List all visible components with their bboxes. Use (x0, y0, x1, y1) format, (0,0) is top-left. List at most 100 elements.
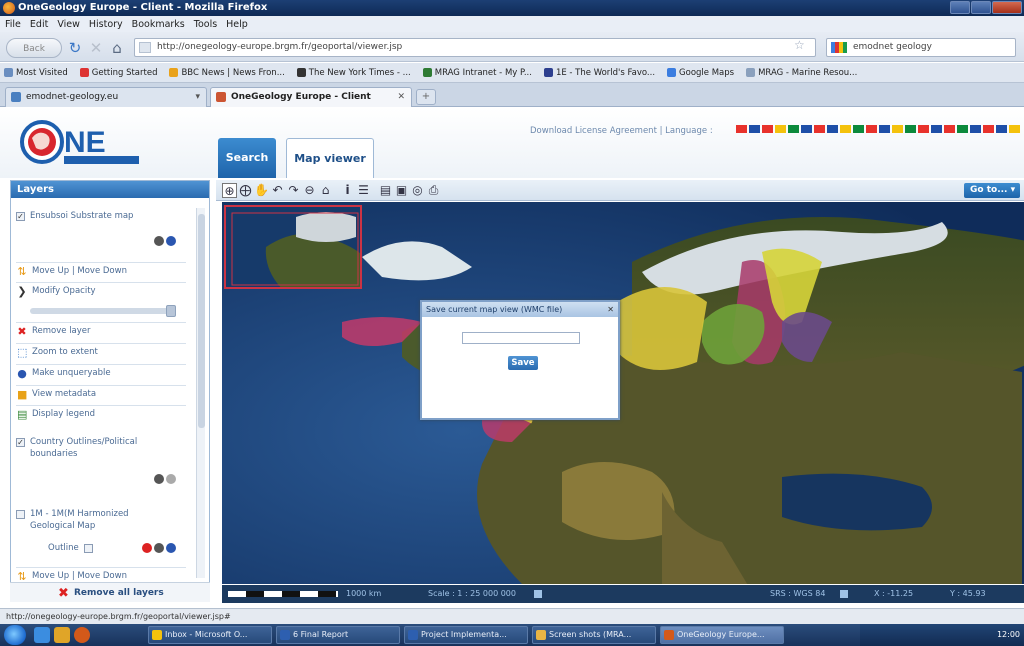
bookmark-item[interactable]: Getting Started (79, 68, 157, 78)
remove-all-layers-button[interactable]: ✖ Remove all layers (10, 582, 210, 602)
previous-view-icon[interactable]: ↶ (270, 183, 285, 198)
bookmark-item[interactable]: The New York Times - ... (296, 68, 411, 78)
menu-view[interactable]: View (57, 19, 80, 30)
bookmark-star-icon[interactable]: ☆ (794, 38, 805, 52)
layer-info-icon[interactable] (154, 236, 164, 246)
menu-bookmarks[interactable]: Bookmarks (132, 19, 185, 30)
view-metadata[interactable]: ■ View metadata (16, 385, 186, 402)
layer-1[interactable]: ✓ Ensubsoi Substrate map (16, 211, 133, 221)
bookmark-item[interactable]: BBC News | News Fron... (169, 68, 285, 78)
info-icon[interactable]: i (340, 183, 355, 198)
explorer-pinned-icon[interactable] (54, 627, 70, 643)
layer-info-icon[interactable] (154, 543, 164, 553)
language-flag-icon[interactable] (788, 125, 799, 133)
layer-info-icon[interactable] (154, 474, 164, 484)
zoom-box-icon[interactable]: ⊕ (222, 183, 237, 198)
remove-layer[interactable]: ✖ Remove layer (16, 322, 186, 339)
opacity-slider[interactable] (30, 305, 176, 317)
print-icon[interactable]: ⎙ (426, 183, 441, 198)
back-button[interactable]: Back (6, 38, 62, 58)
language-flag-icon[interactable] (749, 125, 760, 133)
onegeology-logo[interactable]: NE (18, 114, 143, 170)
dialog-close-icon[interactable]: ✕ (607, 302, 614, 317)
tab-onegeology[interactable]: OneGeology Europe - Client ✕ (210, 87, 412, 107)
close-button[interactable] (992, 1, 1022, 14)
license-link[interactable]: Download License Agreement | Language : (530, 126, 713, 136)
language-flag-icon[interactable] (970, 125, 981, 133)
display-legend[interactable]: ▤ Display legend (16, 405, 186, 422)
taskbar-item[interactable]: Screen shots (MRA... (532, 626, 656, 644)
menu-tools[interactable]: Tools (194, 19, 217, 30)
menu-edit[interactable]: Edit (30, 19, 48, 30)
goto-dropdown[interactable]: Go to... ▾ (964, 183, 1020, 198)
bookmark-item[interactable]: MRAG - Marine Resou... (746, 68, 857, 78)
clock[interactable]: 12:00 (997, 630, 1020, 639)
language-flag-icon[interactable] (905, 125, 916, 133)
language-flag-icon[interactable] (762, 125, 773, 133)
taskbar-item[interactable]: OneGeology Europe... (660, 626, 784, 644)
tab-map-viewer[interactable]: Map viewer (286, 138, 374, 178)
url-bar[interactable]: http://onegeology-europe.brgm.fr/geoport… (134, 38, 816, 57)
modify-opacity[interactable]: ❯ Modify Opacity (16, 282, 186, 299)
tab-close-icon[interactable]: ✕ (397, 88, 405, 106)
taskbar-item[interactable]: Inbox - Microsoft O... (148, 626, 272, 644)
layers-scrollbar[interactable] (196, 208, 205, 578)
zoom-out-icon[interactable]: ⊖ (302, 183, 317, 198)
language-flag-icon[interactable] (931, 125, 942, 133)
move-up-down[interactable]: ⇅ Move Up | Move Down (16, 262, 186, 279)
bookmark-item[interactable]: Most Visited (4, 68, 68, 78)
new-tab-button[interactable]: + (416, 89, 436, 105)
menu-help[interactable]: Help (226, 19, 248, 30)
globe-icon[interactable]: ◎ (410, 183, 425, 198)
minimize-button[interactable] (950, 1, 970, 14)
legend-icon[interactable]: ☰ (356, 183, 371, 198)
scrollbar-thumb[interactable] (198, 214, 205, 428)
taskbar-item[interactable]: 6 Final Report (276, 626, 400, 644)
layer-style-icon[interactable] (142, 543, 152, 553)
bookmark-item[interactable]: MRAG Intranet - My P... (422, 68, 532, 78)
opacity-slider-handle[interactable] (166, 305, 176, 317)
layer-2-checkbox[interactable]: ✓ (16, 437, 25, 447)
pan-icon[interactable]: ✋ (254, 183, 269, 198)
outline-toggle[interactable]: Outline (48, 543, 93, 553)
ie-pinned-icon[interactable] (34, 627, 50, 643)
bookmark-item[interactable]: 1E - The World's Favo... (543, 68, 655, 78)
stop-icon[interactable]: ✕ (88, 38, 104, 58)
taskbar-item[interactable]: Project Implementa... (404, 626, 528, 644)
menu-file[interactable]: File (5, 19, 21, 30)
language-flag-icon[interactable] (775, 125, 786, 133)
language-flag-icon[interactable] (827, 125, 838, 133)
language-flag-icon[interactable] (840, 125, 851, 133)
search-input[interactable]: emodnet geology (826, 38, 1016, 57)
maximize-button[interactable] (971, 1, 991, 14)
layer-query-icon[interactable] (166, 236, 176, 246)
language-flag-icon[interactable] (892, 125, 903, 133)
language-flag-icon[interactable] (918, 125, 929, 133)
outline-checkbox[interactable] (83, 543, 93, 553)
scale-dropdown-icon[interactable] (534, 590, 542, 598)
open-file-icon[interactable]: ▤ (378, 183, 393, 198)
tab-emodnet[interactable]: emodnet-geology.eu ▾ (5, 87, 207, 107)
reload-icon[interactable]: ↻ (66, 38, 84, 58)
layer-1-checkbox[interactable]: ✓ (16, 211, 25, 221)
next-view-icon[interactable]: ↷ (286, 183, 301, 198)
layer-3-checkbox[interactable] (16, 509, 25, 519)
tab-close-icon[interactable]: ▾ (195, 88, 200, 106)
full-extent-icon[interactable]: ⌂ (318, 183, 333, 198)
language-flag-icon[interactable] (853, 125, 864, 133)
language-flag-icon[interactable] (814, 125, 825, 133)
language-flag-icon[interactable] (944, 125, 955, 133)
language-flag-icon[interactable] (983, 125, 994, 133)
language-flag-icon[interactable] (736, 125, 747, 133)
layer-query-icon[interactable] (166, 543, 176, 553)
overview-map[interactable] (224, 205, 362, 289)
language-flag-icon[interactable] (996, 125, 1007, 133)
language-flag-icon[interactable] (1009, 125, 1020, 133)
layer-3[interactable]: 1M - 1M(M Harmonized (16, 509, 129, 519)
language-flag-icon[interactable] (866, 125, 877, 133)
make-unqueryable[interactable]: ● Make unqueryable (16, 364, 186, 381)
layer-query-icon[interactable] (166, 474, 176, 484)
menu-history[interactable]: History (89, 19, 123, 30)
save-button[interactable]: Save (508, 356, 538, 370)
bookmark-item[interactable]: Google Maps (667, 68, 734, 78)
